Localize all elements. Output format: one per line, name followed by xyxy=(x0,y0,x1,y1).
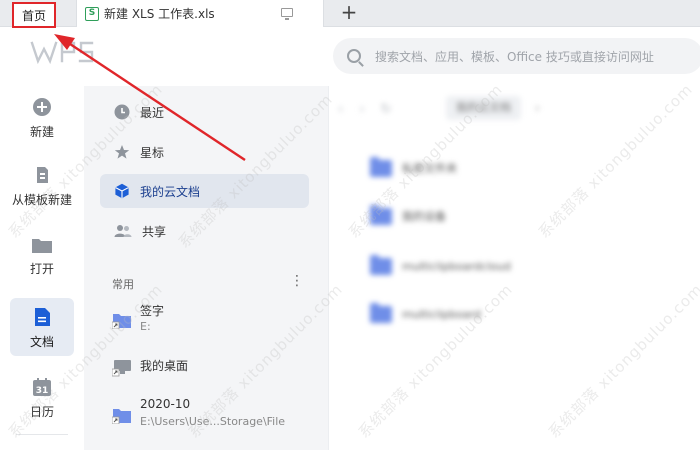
frequent-item-sign[interactable]: 签字 E: xyxy=(112,302,312,342)
rail-item-template[interactable]: 从模板新建 xyxy=(0,156,84,216)
people-icon xyxy=(114,225,132,237)
frequent-item-desktop[interactable]: 我的桌面 xyxy=(112,357,312,397)
new-tab-button[interactable]: + xyxy=(338,1,360,25)
tab-home-label: 首页 xyxy=(21,8,46,23)
folder-icon xyxy=(370,204,392,225)
calendar-day: 31 xyxy=(36,386,49,396)
search-box[interactable]: 搜索文档、应用、模板、Office 技巧或直接访问网址 xyxy=(333,38,700,74)
folder-row[interactable]: multiclipboard xyxy=(370,302,481,326)
tab-xls-file[interactable]: S 新建 XLS 工作表.xls xyxy=(76,0,324,27)
folder-row[interactable]: 我的设备 xyxy=(370,204,446,228)
rail-label-new: 新建 xyxy=(29,124,54,139)
nav-label-recent: 最近 xyxy=(140,105,165,120)
rail-label-calendar: 日历 xyxy=(29,404,54,419)
frequent-title: 2020-10 xyxy=(140,397,191,411)
folder-row[interactable]: multiclipboardcloud xyxy=(370,254,511,278)
rail-item-docs[interactable]: 文档 xyxy=(0,298,84,358)
wps-logo xyxy=(30,40,102,68)
cloud-docs-content: ‹ › ↻ 我的云文档 › 私密文件夹 我的设备 multiclipboardc… xyxy=(330,86,700,450)
section-title-frequent: 常用 xyxy=(112,278,134,291)
nav-panel: 最近 星标 我的云文档 共享 常用 ⋮ 签字 E: 我的桌面 2020-10 E… xyxy=(84,86,329,450)
star-icon xyxy=(114,145,130,159)
rail-divider xyxy=(16,434,68,435)
rail-item-new[interactable]: 新建 xyxy=(0,88,84,148)
document-icon xyxy=(35,307,50,326)
header: 搜索文档、应用、模板、Office 技巧或直接访问网址 xyxy=(0,28,700,86)
breadcrumb-current[interactable]: 我的云文档 xyxy=(446,96,521,120)
frequent-item-2020-10[interactable]: 2020-10 E:\Users\Use...Storage\File xyxy=(112,397,312,437)
folder-name: 私密文件夹 xyxy=(402,162,457,175)
monitor-icon[interactable] xyxy=(281,8,293,20)
folder-name: multiclipboardcloud xyxy=(402,259,511,273)
nav-item-starred[interactable]: 星标 xyxy=(100,135,309,169)
folder-name: multiclipboard xyxy=(402,307,482,321)
spreadsheet-icon: S xyxy=(85,6,99,21)
folder-icon xyxy=(370,302,392,323)
left-rail: 新建 从模板新建 打开 文档 31 日历 xyxy=(0,86,84,450)
folder-shortcut-icon xyxy=(112,409,131,424)
nav-label-shared: 共享 xyxy=(142,224,167,239)
cloud-cube-icon xyxy=(115,183,129,199)
wps-home-window: 首页 S 新建 XLS 工作表.xls + 搜索文档、应用、模板、Office … xyxy=(0,0,700,450)
search-placeholder: 搜索文档、应用、模板、Office 技巧或直接访问网址 xyxy=(375,49,654,64)
folder-icon xyxy=(32,238,52,253)
frequent-title: 签字 xyxy=(140,304,165,318)
frequent-path: E:\Users\Use...Storage\File xyxy=(140,415,286,428)
folder-row[interactable]: 私密文件夹 xyxy=(370,156,457,180)
chevron-right-icon: › xyxy=(535,101,540,115)
rail-label-open: 打开 xyxy=(29,261,54,276)
nav-item-recent[interactable]: 最近 xyxy=(100,95,309,129)
rail-item-calendar[interactable]: 31 日历 xyxy=(0,368,84,428)
folder-shortcut-icon xyxy=(112,314,131,329)
frequent-title: 我的桌面 xyxy=(140,359,189,373)
folder-name: 我的设备 xyxy=(402,210,446,223)
nav-label-my-cloud-docs: 我的云文档 xyxy=(140,184,201,199)
nav-arrows[interactable]: ‹ › ↻ xyxy=(338,102,398,117)
more-icon[interactable]: ⋮ xyxy=(290,274,304,288)
search-icon xyxy=(347,49,361,63)
template-icon xyxy=(37,166,48,183)
rail-item-open[interactable]: 打开 xyxy=(0,226,84,286)
desktop-shortcut-icon xyxy=(112,360,131,377)
plus-circle-icon xyxy=(33,97,51,116)
nav-item-shared[interactable]: 共享 xyxy=(100,214,309,248)
folder-icon xyxy=(370,254,392,275)
nav-label-starred: 星标 xyxy=(140,145,165,160)
breadcrumb: ‹ › ↻ 我的云文档 › xyxy=(330,96,700,122)
rail-label-template: 从模板新建 xyxy=(11,192,72,207)
clock-icon xyxy=(114,104,130,120)
calendar-icon: 31 xyxy=(33,377,51,396)
nav-item-my-cloud-docs[interactable]: 我的云文档 xyxy=(100,174,309,208)
tab-file-label: 新建 XLS 工作表.xls xyxy=(104,7,215,21)
frequent-path: E: xyxy=(140,320,151,333)
tab-bar: 首页 S 新建 XLS 工作表.xls + xyxy=(0,0,700,28)
tab-home[interactable]: 首页 xyxy=(12,2,56,28)
folder-icon xyxy=(370,156,392,177)
rail-label-docs: 文档 xyxy=(29,334,54,349)
